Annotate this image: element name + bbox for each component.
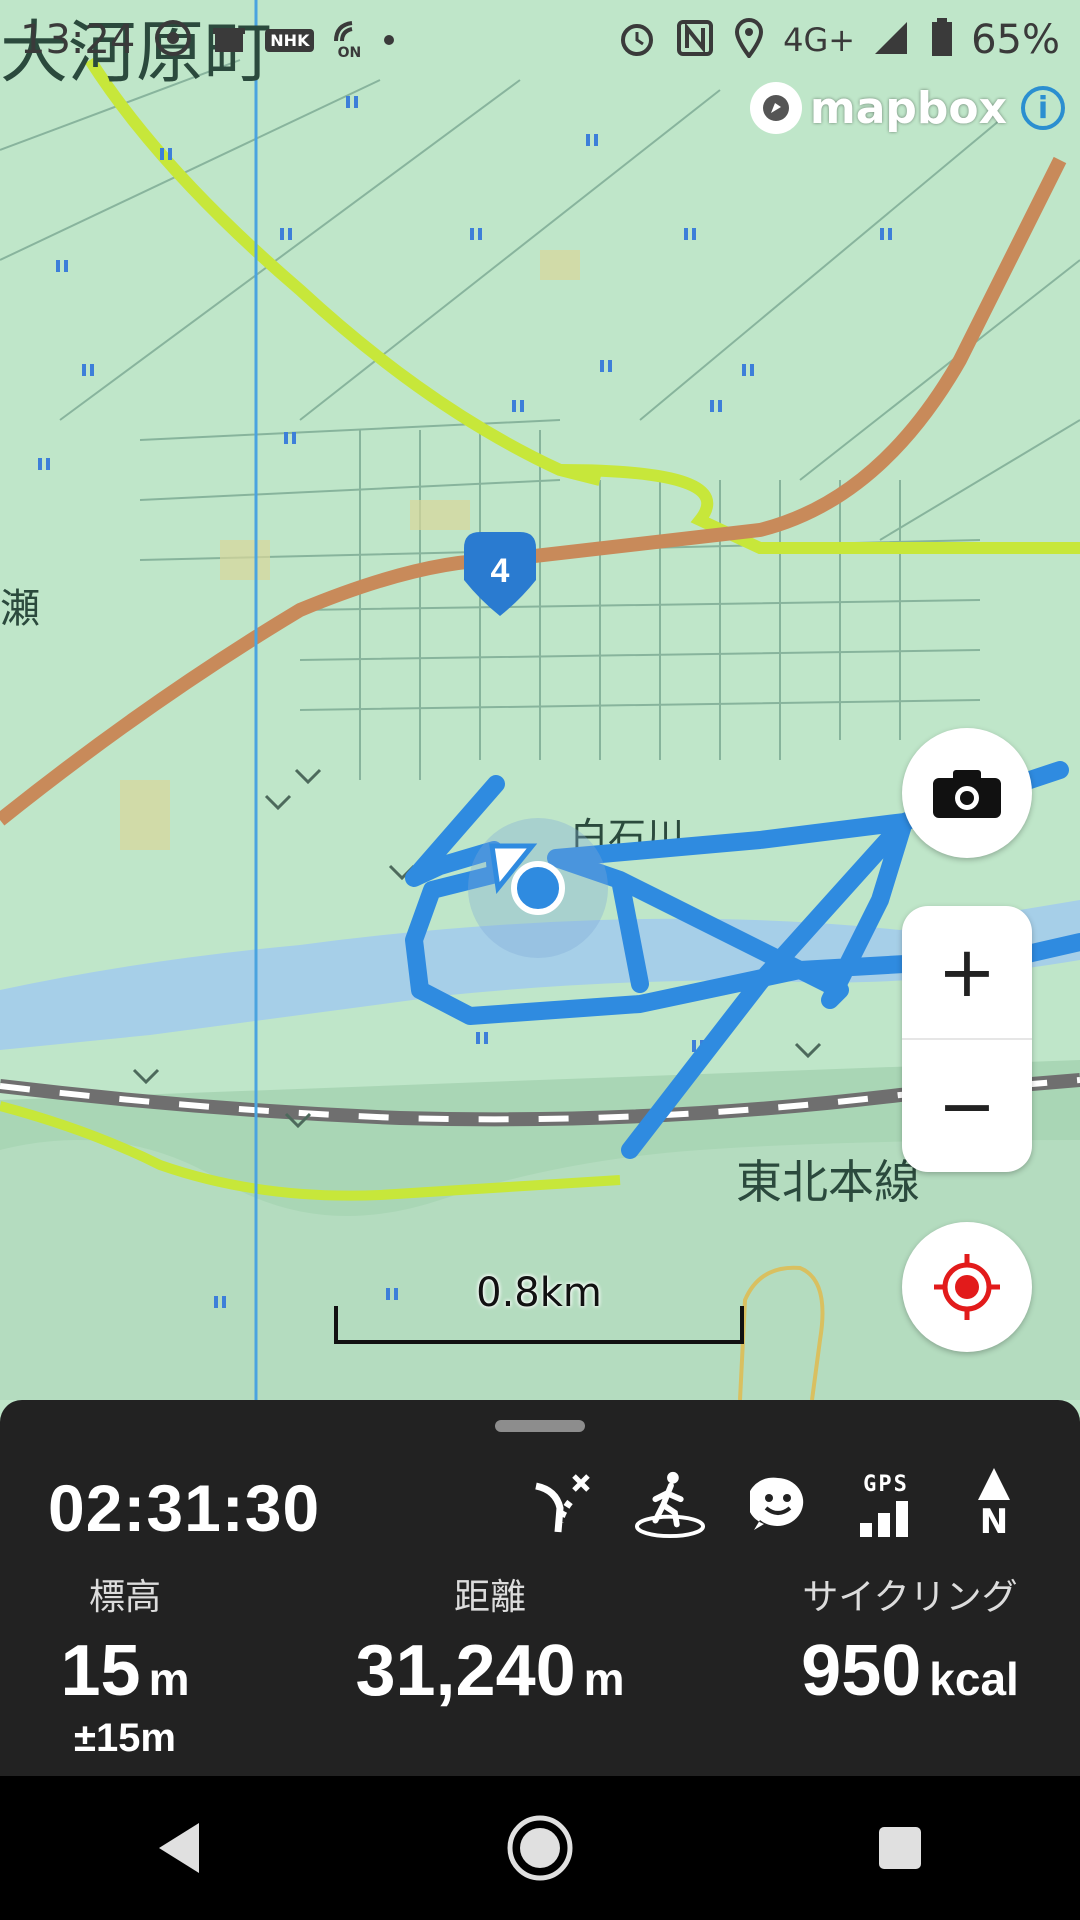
status-bar: 13:24 NHK ON 4G+ 65% [0, 0, 1080, 80]
elapsed-timer: 02:31:30 [48, 1471, 321, 1545]
elevation-accuracy: ±15m [73, 1716, 176, 1760]
zoom-in-button[interactable]: + [902, 906, 1032, 1038]
camera-icon [933, 770, 1001, 818]
system-nav-bar [0, 1776, 1080, 1920]
network-type: 4G+ [783, 21, 856, 59]
map-view[interactable]: 4 大河原町 瀬 白石川 東北本線 [0, 0, 1080, 1400]
zoom-controls: + − [902, 906, 1032, 1172]
info-button[interactable]: i [1021, 86, 1065, 130]
mapbox-logo-icon [749, 82, 802, 134]
locate-button[interactable] [902, 1222, 1032, 1352]
hotspot-icon [153, 18, 193, 62]
recents-button[interactable] [850, 1798, 950, 1898]
area-label: 瀬 [0, 586, 40, 632]
map-attribution: mapbox i [749, 82, 1065, 134]
nhk-icon: NHK [265, 28, 315, 52]
drag-handle[interactable] [495, 1420, 585, 1432]
calories-unit: kcal [929, 1653, 1019, 1705]
status-icons: GPS N [526, 1466, 1030, 1542]
scale-bar: 0.8km [334, 1270, 744, 1344]
battery-icon [931, 18, 953, 62]
elevation-label: 標高 [88, 1577, 161, 1618]
battery-percent: 65% [971, 17, 1060, 63]
elevation-value: 15 [60, 1631, 141, 1711]
recents-icon [879, 1827, 921, 1869]
locate-icon [934, 1254, 1000, 1320]
back-button[interactable] [130, 1798, 230, 1898]
distance-value: 31,240 [355, 1631, 576, 1711]
calories-stat: サイクリング 950 kcal [770, 1568, 1050, 1712]
alarm-icon [617, 18, 657, 62]
home-icon [507, 1815, 573, 1881]
location-pin-icon [733, 18, 765, 62]
chat-smile-icon[interactable] [742, 1466, 814, 1542]
compass-north-icon[interactable]: N [958, 1466, 1030, 1542]
scale-line [334, 1306, 744, 1344]
tracking-panel: 02:31:30 GPS N 標高 15 m ±15m 距離 31,240 m サイ… [0, 1400, 1080, 1776]
back-icon [159, 1823, 199, 1873]
home-button[interactable] [490, 1798, 590, 1898]
signal-icon [873, 20, 913, 60]
gps-signal-icon: GPS [850, 1466, 922, 1542]
route-off-icon[interactable] [526, 1466, 598, 1542]
distance-unit: m [583, 1653, 625, 1705]
gift-icon [211, 20, 247, 60]
walking-person-icon[interactable] [634, 1466, 706, 1542]
zoom-out-button[interactable]: − [902, 1040, 1032, 1172]
map-canvas: 4 大河原町 瀬 白石川 東北本線 [0, 0, 1080, 1400]
dot-icon [384, 35, 395, 45]
clock: 13:24 [20, 17, 136, 63]
current-location-dot [511, 861, 565, 915]
elevation-stat: 標高 15 m ±15m [40, 1568, 210, 1761]
calories-value: 950 [801, 1631, 922, 1711]
activity-label: サイクリング [802, 1577, 1018, 1618]
camera-button[interactable] [902, 728, 1032, 858]
railway-label: 東北本線 [736, 1155, 920, 1209]
distance-stat: 距離 31,240 m [340, 1568, 640, 1712]
svg-text:4: 4 [491, 552, 510, 590]
nfc-icon [675, 18, 715, 62]
mapbox-logo: mapbox [749, 82, 1007, 134]
nfc-on-icon: ON [332, 19, 366, 61]
elevation-unit: m [148, 1653, 190, 1705]
distance-label: 距離 [453, 1577, 526, 1618]
